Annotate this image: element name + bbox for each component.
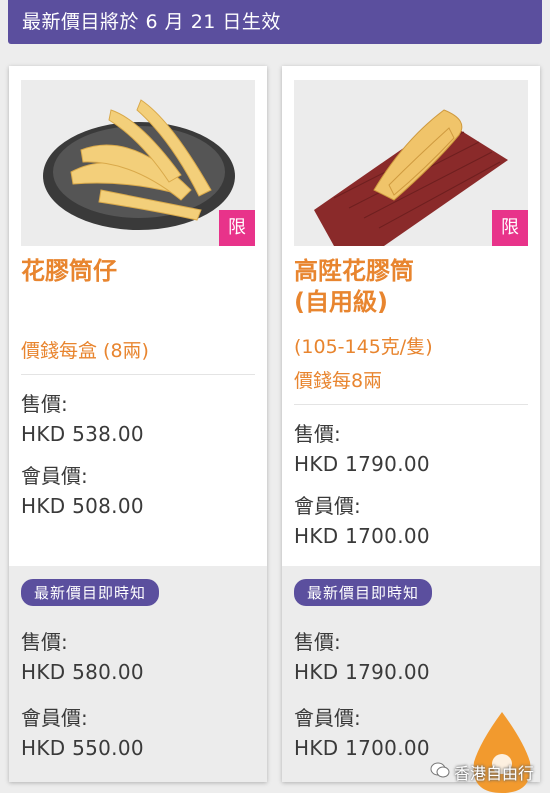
- member-price-value: HKD 1700.00: [294, 524, 430, 548]
- upcoming-sale-price-value: HKD 580.00: [21, 660, 144, 684]
- upcoming-sale-price-label: 售價:: [294, 630, 341, 654]
- sale-price-label: 售價:: [294, 422, 341, 446]
- upcoming-member-price-value: HKD 550.00: [21, 736, 144, 760]
- price-notice-pill[interactable]: 最新價目即時知: [294, 579, 433, 606]
- product-image[interactable]: 限: [294, 80, 528, 246]
- upcoming-price-section: 最新價目即時知 售價: HKD 580.00 會員價: HKD 550.00: [9, 566, 267, 782]
- limited-badge: 限: [219, 210, 255, 246]
- product-name-line-1: 高陞花膠筒: [294, 257, 414, 285]
- watermark-text: 香港自由行: [454, 764, 535, 783]
- upcoming-member-price-label: 會員價:: [294, 706, 361, 730]
- wechat-icon: [430, 762, 450, 778]
- product-info: 價錢每盒 (8兩): [21, 340, 149, 362]
- upcoming-member-price-label: 會員價:: [21, 706, 88, 730]
- upcoming-member-price-value: HKD 1700.00: [294, 736, 430, 760]
- member-price-label: 會員價:: [21, 464, 88, 488]
- member-price-label: 會員價:: [294, 494, 361, 518]
- price-notice-pill[interactable]: 最新價目即時知: [21, 579, 160, 606]
- sale-price-value: HKD 1790.00: [294, 452, 430, 476]
- member-price-value: HKD 508.00: [21, 494, 144, 518]
- upcoming-sale-price-value: HKD 1790.00: [294, 660, 430, 684]
- limited-badge: 限: [492, 210, 528, 246]
- divider: [21, 374, 255, 375]
- product-info: 價錢每8兩: [294, 370, 383, 392]
- product-image[interactable]: 限: [21, 80, 255, 246]
- product-card-fish-maw-premium[interactable]: 限 高陞花膠筒 (自用級) (105-145克/隻) 價錢每8兩 售價: HKD…: [282, 66, 540, 782]
- sale-price-label: 售價:: [21, 392, 68, 416]
- divider: [294, 404, 528, 405]
- product-card-fish-maw-small[interactable]: 限 花膠筒仔 價錢每盒 (8兩) 售價: HKD 538.00 會員價: HKD…: [9, 66, 267, 782]
- upcoming-sale-price-label: 售價:: [21, 630, 68, 654]
- product-size-info: (105-145克/隻): [294, 336, 433, 358]
- product-name: 花膠筒仔: [21, 257, 117, 285]
- product-name-line-2: (自用級): [294, 288, 388, 316]
- sale-price-value: HKD 538.00: [21, 422, 144, 446]
- price-change-banner: 最新價目將於 6 月 21 日生效: [8, 0, 542, 44]
